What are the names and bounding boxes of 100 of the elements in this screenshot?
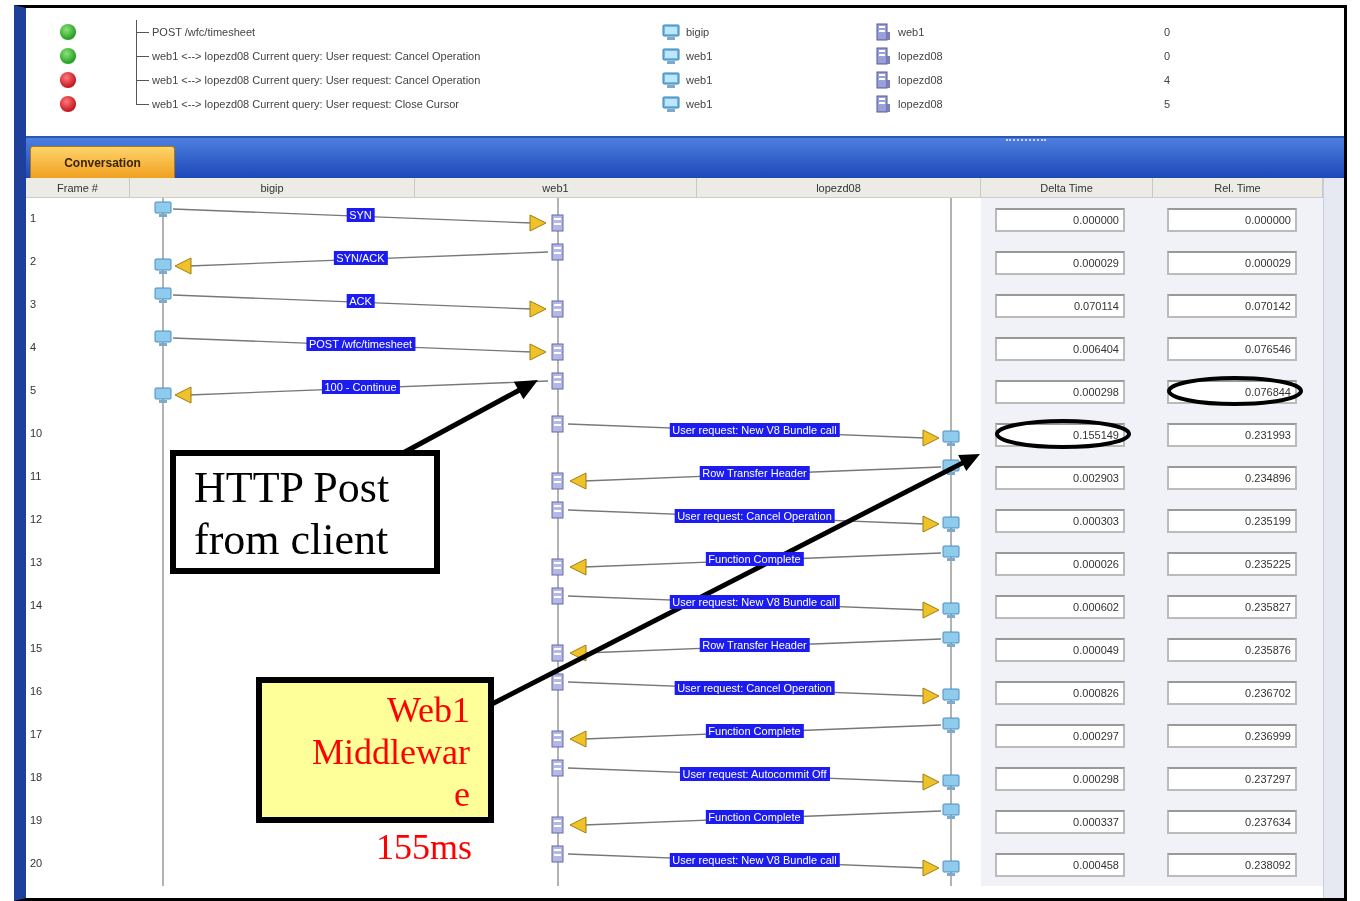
message-label[interactable]: ACK [346,294,375,308]
count-text: 4 [1164,74,1172,86]
server-icon [549,372,567,390]
server-icon [549,558,567,576]
delta-time-field: 0.000297 [995,723,1125,748]
delta-time-field: 0.000000 [995,207,1125,232]
message-label[interactable]: POST /wfc/timesheet [305,337,416,351]
computer-icon [942,773,960,791]
tree-connector [136,20,150,44]
column-header[interactable]: Frame # [26,178,130,197]
frame-number: 2 [29,254,38,269]
computer-icon [942,687,960,705]
message-label[interactable]: Function Complete [705,810,804,824]
destination-host: lopezd08 [898,50,943,62]
connection-name: web1 <--> lopezd08 Current query: User request: Cancel Operation [152,74,482,86]
source-host: bigip [686,26,710,38]
server-icon [549,759,567,777]
rel-time-field: 0.235225 [1167,551,1297,576]
frame-number: 17 [29,727,44,742]
rel-time-field: 0.234896 [1167,465,1297,490]
computer-icon [154,329,172,347]
delta-time-field: 0.000298 [995,766,1125,791]
message-label[interactable]: SYN/ACK [333,251,388,265]
message-label[interactable]: User request: New V8 Bundle call [669,853,840,867]
connection-name: web1 <--> lopezd08 Current query: User request: Close Cursor [152,98,460,110]
message-label[interactable]: 100 - Continue [321,380,400,394]
computer-icon [942,515,960,533]
callout-box: HTTP Post from client [170,450,440,574]
server-icon [874,23,892,41]
column-header[interactable]: lopezd08 [697,178,981,197]
server-icon [549,343,567,361]
frame-number: 12 [29,512,44,527]
rel-time-field: 0.076546 [1167,336,1297,361]
tree-connector [136,44,150,68]
server-icon [549,214,567,232]
column-header[interactable]: web1 [415,178,697,197]
rel-time-field: 0.000000 [1167,207,1297,232]
source-host: web1 [686,74,713,86]
destination-host: web1 [898,26,925,38]
frame-number: 4 [29,340,38,355]
computer-icon [942,716,960,734]
server-icon [549,472,567,490]
conversation-tab[interactable]: Conversation [30,146,175,178]
computer-icon [662,71,680,89]
frame-number: 19 [29,813,44,828]
server-icon [549,415,567,433]
message-label[interactable]: User request: New V8 Bundle call [669,423,840,437]
message-label[interactable]: Row Transfer Header [699,466,810,480]
computer-icon [942,802,960,820]
column-header[interactable]: bigip [130,178,415,197]
callout-box: Web1 Middleware [256,677,494,823]
computer-icon [154,286,172,304]
delta-time-field: 0.000826 [995,680,1125,705]
server-icon [874,47,892,65]
rel-time-field: 0.070142 [1167,293,1297,318]
server-icon [549,845,567,863]
rel-time-field: 0.235876 [1167,637,1297,662]
message-label[interactable]: Row Transfer Header [699,638,810,652]
server-icon [874,71,892,89]
server-icon [549,587,567,605]
message-label[interactable]: User request: New V8 Bundle call [669,595,840,609]
delta-time-field: 0.000298 [995,379,1125,404]
count-text: 0 [1164,26,1172,38]
rel-time-field: 0.235827 [1167,594,1297,619]
delta-time-field: 0.000049 [995,637,1125,662]
frame-number: 3 [29,297,38,312]
connection-name: web1 <--> lopezd08 Current query: User request: Cancel Operation [152,50,482,62]
frame-number: 14 [29,598,44,613]
message-label[interactable]: User request: Cancel Operation [674,681,835,695]
scrollbar[interactable] [1323,178,1344,898]
message-label[interactable]: Function Complete [705,552,804,566]
count-text: 0 [1164,50,1172,62]
delta-time-field: 0.000029 [995,250,1125,275]
rel-time-field: 0.237634 [1167,809,1297,834]
message-label[interactable]: Function Complete [705,724,804,738]
connection-name: POST /wfc/timesheet [152,26,257,38]
rel-time-field: 0.237297 [1167,766,1297,791]
computer-icon [942,429,960,447]
computer-icon [942,859,960,877]
frame-number: 11 [29,469,43,484]
rel-time-field: 0.236702 [1167,680,1297,705]
message-label[interactable]: User request: Cancel Operation [674,509,835,523]
callout-note: 155ms [375,826,472,868]
delta-time-field: 0.000602 [995,594,1125,619]
server-icon [549,816,567,834]
frame-number: 18 [29,770,44,785]
delta-time-field: 0.000026 [995,551,1125,576]
server-icon [549,243,567,261]
frame-number: 5 [29,383,38,398]
rel-time-field: 0.235199 [1167,508,1297,533]
frame-number: 1 [29,211,38,226]
computer-icon [942,630,960,648]
column-header[interactable]: Delta Time [981,178,1153,197]
computer-icon [154,386,172,404]
delta-time-field: 0.070114 [995,293,1125,318]
rel-time-field: 0.236999 [1167,723,1297,748]
message-label[interactable]: User request: Autocommit Off [679,767,830,781]
message-label[interactable]: SYN [346,208,375,222]
computer-icon [154,257,172,275]
computer-icon [154,200,172,218]
